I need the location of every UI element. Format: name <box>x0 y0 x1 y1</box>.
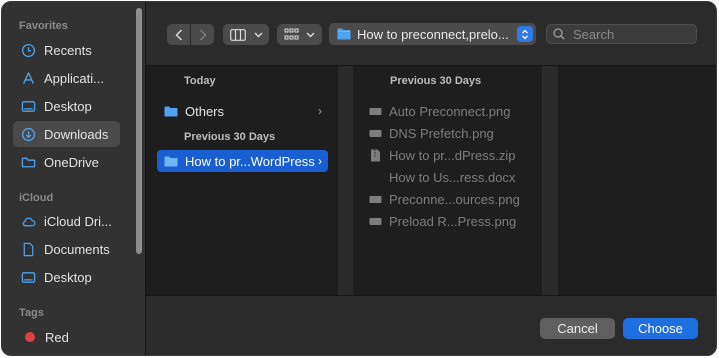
dialog-footer: Cancel Choose <box>146 295 716 355</box>
section-heading-previous-30-days: Previous 30 Days <box>390 75 482 87</box>
sidebar-heading-favorites: Favorites <box>19 20 68 32</box>
search-icon <box>553 28 565 40</box>
location-popup-label: How to preconnect,prelo... <box>357 26 509 42</box>
sidebar-item-applications[interactable]: Applicati... <box>13 65 120 91</box>
grid-group-icon <box>284 28 299 40</box>
chevron-left-icon <box>174 28 182 41</box>
sidebar-item-tag-red[interactable]: Red <box>13 324 120 350</box>
sidebar-item-label: Desktop <box>44 98 92 114</box>
sidebar-item-icloud-drive[interactable]: iCloud Dri... <box>13 208 120 234</box>
chevron-right-icon: › <box>318 104 322 118</box>
cancel-button[interactable]: Cancel <box>540 318 615 339</box>
view-mode-button[interactable] <box>223 24 269 45</box>
sidebar-item-label: Recents <box>44 42 92 58</box>
file-item[interactable]: Auto Preconnect.png <box>369 100 539 122</box>
red-tag-dot-icon <box>25 332 35 342</box>
file-item-label: Preconne...ources.png <box>389 191 520 207</box>
sidebar-item-label: iCloud Dri... <box>44 213 112 229</box>
desktop-icon <box>21 271 36 283</box>
image-file-icon <box>369 107 382 115</box>
sidebar-item-label: Downloads <box>44 126 109 142</box>
clock-icon <box>21 43 36 57</box>
toolbar: How to preconnect,prelo... <box>146 2 716 66</box>
group-by-button[interactable] <box>277 24 322 45</box>
sidebar-item-documents[interactable]: Documents <box>13 236 120 262</box>
sidebar-item-downloads[interactable]: Downloads <box>13 121 120 147</box>
back-button[interactable] <box>167 24 191 45</box>
sidebar-item-label: Documents <box>44 241 110 257</box>
popup-stepper-icon <box>517 26 533 42</box>
chevron-right-icon: › <box>318 154 322 168</box>
document-icon <box>23 242 34 256</box>
file-open-dialog: Favorites Recents Applicati... Desktop D… <box>1 1 717 356</box>
search-input[interactable] <box>571 25 693 43</box>
back-forward-group <box>167 24 214 45</box>
sidebar-item-label: Desktop <box>44 269 92 285</box>
forward-button[interactable] <box>191 24 214 45</box>
image-file-icon <box>369 217 382 225</box>
sidebar-item-onedrive[interactable]: OneDrive <box>13 149 120 175</box>
sidebar-scrollbar[interactable] <box>136 8 142 254</box>
sidebar-heading-icloud: iCloud <box>19 192 54 204</box>
file-item-label: Auto Preconnect.png <box>389 103 511 119</box>
browser-column-2: Previous 30 Days Auto Preconnect.png DNS… <box>353 66 554 295</box>
folder-icon <box>164 106 178 116</box>
sidebar-item-label: OneDrive <box>44 154 99 170</box>
chevron-right-icon <box>199 28 207 41</box>
sidebar-item-recents[interactable]: Recents <box>13 37 120 63</box>
list-item-label: Others <box>185 103 225 119</box>
sidebar-item-icloud-desktop[interactable]: Desktop <box>13 264 120 290</box>
image-file-icon <box>369 195 382 203</box>
desktop-icon <box>21 100 36 112</box>
sidebar-item-desktop[interactable]: Desktop <box>13 93 120 119</box>
browser-column-3 <box>558 66 716 295</box>
file-item[interactable]: DNS Prefetch.png <box>369 122 539 144</box>
chevron-down-icon <box>254 32 262 37</box>
image-file-icon <box>369 129 382 137</box>
search-field[interactable] <box>546 24 697 44</box>
column-divider <box>338 66 353 295</box>
list-item-label: How to pr...WordPress <box>185 153 315 169</box>
section-heading-previous-30-days: Previous 30 Days <box>184 131 276 143</box>
sidebar-item-label: Red <box>45 329 69 345</box>
folder-icon <box>337 28 351 40</box>
choose-button[interactable]: Choose <box>623 318 698 339</box>
folder-icon <box>21 157 36 167</box>
folder-icon <box>164 156 178 166</box>
file-item-label: How to pr...dPress.zip <box>389 147 516 163</box>
applications-icon <box>23 71 34 84</box>
sidebar: Favorites Recents Applicati... Desktop D… <box>2 2 146 355</box>
file-item-label: DNS Prefetch.png <box>389 125 494 141</box>
file-item[interactable]: How to Us...ress.docx <box>389 166 539 188</box>
zip-file-icon <box>371 149 380 161</box>
chevron-down-icon <box>306 32 315 37</box>
list-item-others[interactable]: Others › <box>157 100 328 122</box>
file-item[interactable]: Preload R...Press.png <box>369 210 539 232</box>
column-view-icon <box>229 28 246 41</box>
file-item-label: How to Us...ress.docx <box>389 169 516 185</box>
column-divider <box>542 66 558 295</box>
file-item[interactable]: Preconne...ources.png <box>369 188 539 210</box>
browser-column-1: Today Others › Previous 30 Days How to p… <box>146 66 346 295</box>
downloads-icon <box>21 127 36 141</box>
sidebar-heading-tags: Tags <box>19 307 44 319</box>
location-popup[interactable]: How to preconnect,prelo... <box>329 23 536 45</box>
file-item-label: Preload R...Press.png <box>389 213 517 229</box>
list-item-selected-folder[interactable]: How to pr...WordPress › <box>157 150 328 172</box>
cloud-icon <box>22 217 36 226</box>
sidebar-item-label: Applicati... <box>44 70 104 86</box>
section-heading-today: Today <box>184 75 216 87</box>
file-item[interactable]: How to pr...dPress.zip <box>369 144 539 166</box>
